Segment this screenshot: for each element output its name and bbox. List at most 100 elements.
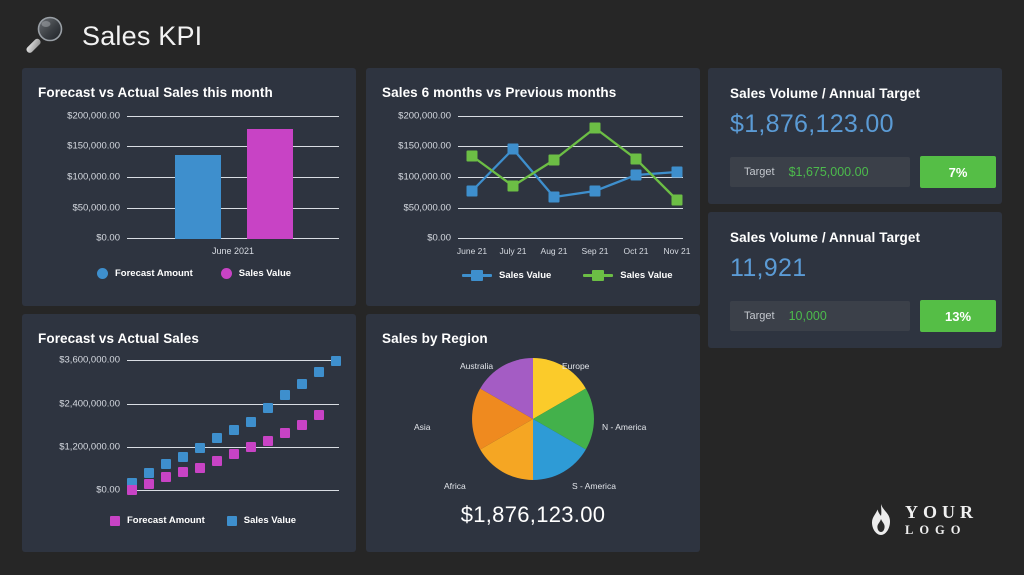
pie-label-europe: Europe [562,361,590,371]
y-axis-tick: $0.00 [427,232,451,244]
data-point[interactable] [195,463,205,473]
legend-line-icon [462,270,492,281]
data-point[interactable] [127,485,137,495]
data-point[interactable] [466,150,478,162]
gridline [127,116,339,117]
data-point[interactable] [246,442,256,452]
y-axis-tick: $200,000.00 [398,110,451,122]
brand-logo: YOUR LOGO [868,502,978,537]
x-axis-tick: Sep 21 [581,246,609,256]
panel-forecast-vs-actual-sales: Forecast vs Actual Sales $3,600,000.00 $… [22,314,356,552]
data-point[interactable] [314,367,324,377]
legend-label: Sales Value [620,270,673,281]
legend-item-forecast-amount[interactable]: Forecast Amount [110,515,205,526]
logo-line-1: YOUR [905,502,978,522]
x-axis-tick: Aug 21 [540,246,568,256]
panel-title-bar: Forecast vs Actual Sales this month [38,85,273,100]
kpi-target-box: Target 10,000 [730,301,910,331]
pie-total-value: $1,876,123.00 [460,502,606,527]
bar-forecast-amount[interactable] [175,155,221,239]
y-axis-tick: $100,000.00 [67,171,120,183]
scatter-chart-plot: $3,600,000.00 $2,400,000.00 $1,200,000.0… [59,355,341,496]
data-point[interactable] [630,169,642,181]
data-point[interactable] [589,122,601,134]
panel-forecast-vs-actual-this-month: Forecast vs Actual Sales this month $200… [22,68,356,306]
data-point[interactable] [161,472,171,482]
data-point[interactable] [195,443,205,453]
panel-title-scatter: Forecast vs Actual Sales [38,331,199,346]
data-point[interactable] [297,379,307,389]
gridline [127,447,339,448]
kpi-target-label: Target [744,310,775,322]
gridline [127,146,339,147]
pie-chart[interactable] [472,358,594,480]
bar-sales-value[interactable] [247,129,293,239]
legend-item-sales-value-green[interactable]: Sales Value [583,270,673,281]
data-point[interactable] [144,479,154,489]
kpi-card-title: Sales Volume / Annual Target [730,230,921,245]
kpi-target-box: Target $1,675,000.00 [730,157,910,187]
legend-item-forecast-amount[interactable]: Forecast Amount [97,268,193,279]
kpi-value: $1,876,123.00 [730,110,894,138]
data-point[interactable] [280,428,290,438]
data-point[interactable] [280,390,290,400]
data-point[interactable] [144,468,154,478]
legend-item-sales-value[interactable]: Sales Value [226,515,296,526]
kpi-value: 11,921 [730,254,807,282]
data-point[interactable] [178,467,188,477]
gridline [127,208,339,209]
x-axis-tick: June 21 [456,246,488,256]
y-axis-tick: $1,200,000.00 [59,441,120,453]
bar-chart-plot: $200,000.00 $150,000.00 $100,000.00 $50,… [67,111,339,256]
panel-title-line: Sales 6 months vs Previous months [382,85,617,100]
data-point[interactable] [331,356,341,366]
data-point[interactable] [297,420,307,430]
data-point[interactable] [671,194,683,206]
line-series-paths [471,126,678,201]
data-point[interactable] [630,153,642,165]
gridline [127,238,339,239]
kpi-card-title: Sales Volume / Annual Target [730,86,921,101]
legend-swatch-icon [97,268,108,279]
data-point[interactable] [466,185,478,197]
data-point[interactable] [548,154,560,166]
x-axis-tick: July 21 [499,246,527,256]
y-axis-tick: $50,000.00 [403,202,451,214]
pie-label-s-america: S - America [572,481,616,491]
panel-sales-6-months-vs-previous: Sales 6 months vs Previous months $200,0… [366,68,700,306]
kpi-target-value: 10,000 [788,309,827,323]
y-axis-tick: $3,600,000.00 [59,354,120,366]
data-point[interactable] [229,449,239,459]
y-axis-tick: $150,000.00 [67,140,120,152]
data-point[interactable] [671,166,683,178]
kpi-target-row: Target 10,000 13% [730,300,996,332]
data-point[interactable] [178,452,188,462]
y-axis-tick: $50,000.00 [72,202,120,214]
legend-item-sales-value-blue[interactable]: Sales Value [462,270,551,281]
data-point[interactable] [263,436,273,446]
data-point[interactable] [246,417,256,427]
data-point[interactable] [212,433,222,443]
data-point[interactable] [548,191,560,203]
page-header: Sales KPI [22,8,202,64]
data-point[interactable] [589,185,601,197]
data-point[interactable] [263,403,273,413]
data-point[interactable] [229,425,239,435]
data-point[interactable] [212,456,222,466]
y-axis-tick: $2,400,000.00 [59,398,120,410]
x-axis-tick: June 2021 [211,246,255,256]
kpi-target-value: $1,675,000.00 [788,165,869,179]
data-point[interactable] [507,143,519,155]
data-point[interactable] [507,180,519,192]
legend-label: Forecast Amount [115,268,193,279]
kpi-target-row: Target $1,675,000.00 7% [730,156,996,188]
pie-label-asia: Asia [414,422,431,432]
x-axis-tick: Oct 21 [623,246,649,256]
data-point[interactable] [161,459,171,469]
data-point[interactable] [314,410,324,420]
legend-item-sales-value[interactable]: Sales Value [220,268,291,279]
page-title: Sales KPI [82,20,203,51]
gridline [127,360,339,361]
pie-label-n-america: N - America [602,422,647,432]
line-chart-plot: $200,000.00 $150,000.00 $100,000.00 $50,… [398,111,690,257]
